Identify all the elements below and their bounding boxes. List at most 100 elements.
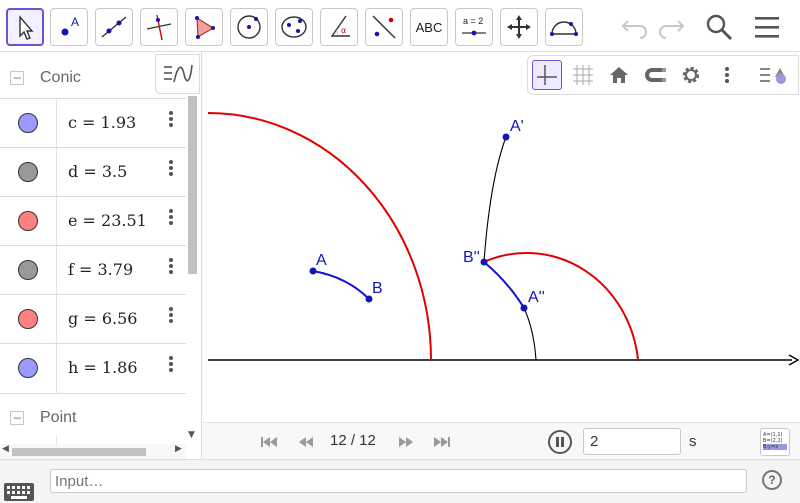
algebra-row-d[interactable]: d = 3.5 xyxy=(0,147,186,197)
scroll-down-arrow-icon[interactable]: ▼ xyxy=(188,430,195,440)
row-divider xyxy=(56,295,57,344)
move-tool-button[interactable] xyxy=(6,8,44,46)
arc-B2A2[interactable] xyxy=(483,261,525,309)
graphics-view[interactable]: A B A' B'' A'' xyxy=(203,52,800,422)
more-options-icon[interactable] xyxy=(165,305,177,329)
algebra-row-e[interactable]: e = 23.51 xyxy=(0,196,186,246)
collapse-minus-icon[interactable]: − xyxy=(10,410,24,425)
main-menu-button[interactable] xyxy=(750,10,784,44)
path-A2-axis[interactable] xyxy=(523,307,537,361)
algebra-row-h[interactable]: h = 1.86 xyxy=(0,343,186,393)
pause-button[interactable] xyxy=(548,430,572,454)
more-style-options-button[interactable] xyxy=(712,60,742,90)
algebra-expression: c = 1.93 xyxy=(68,113,137,132)
grid-icon xyxy=(573,65,593,85)
line-icon xyxy=(101,16,127,38)
fast-forward-icon xyxy=(399,437,413,447)
polygon-tool-button[interactable] xyxy=(185,8,223,46)
slider-icon: a = 2 xyxy=(462,16,486,36)
axes-icon xyxy=(537,65,557,85)
circle-tool-button[interactable] xyxy=(230,8,268,46)
algebra-style-bar-toggle[interactable] xyxy=(155,54,200,94)
algebra-row-c[interactable]: c = 1.93 xyxy=(0,98,186,148)
first-step-button[interactable] xyxy=(258,433,280,451)
algebra-expression: d = 3.5 xyxy=(68,162,128,181)
search-icon xyxy=(706,14,733,41)
settings-button[interactable] xyxy=(676,60,706,90)
algebra-row-g[interactable]: g = 6.56 xyxy=(0,294,186,344)
conic-arc-small[interactable] xyxy=(483,251,639,361)
undo-icon xyxy=(621,20,647,39)
point-B-double-prime[interactable] xyxy=(480,258,488,266)
path-A1-B2[interactable] xyxy=(483,136,507,263)
construction-protocol-button[interactable]: A=(1,1) B=(2,2) B:y=x xyxy=(760,428,790,456)
arc-AB[interactable] xyxy=(312,270,370,300)
show-axes-button[interactable] xyxy=(532,60,562,90)
keyboard-button[interactable] xyxy=(3,482,35,502)
algebra-expression: g = 6.56 xyxy=(68,309,138,328)
redo-button[interactable] xyxy=(654,10,688,44)
row-divider xyxy=(56,99,57,148)
skip-to-end-icon xyxy=(434,437,450,447)
text-tool-button[interactable]: ABC xyxy=(410,8,448,46)
function-graph-icon xyxy=(163,64,193,83)
step-counter: 12 / 12 xyxy=(330,432,376,449)
undo-button[interactable] xyxy=(618,10,652,44)
algebra-view: − Conic c = 1.93 d = 3.5 e = 23.51 f = 3… xyxy=(0,52,202,459)
visibility-toggle-dot[interactable] xyxy=(18,162,38,182)
angle-tool-button[interactable]: α xyxy=(320,8,358,46)
semicircle-tool-button[interactable] xyxy=(545,8,583,46)
point-A-double-prime[interactable] xyxy=(520,304,528,312)
show-grid-button[interactable] xyxy=(568,60,598,90)
group-header-point[interactable]: − Point xyxy=(0,393,186,441)
horizontal-scroll-thumb[interactable] xyxy=(12,448,146,456)
search-button[interactable] xyxy=(702,10,736,44)
redo-icon xyxy=(659,20,685,39)
last-step-button[interactable] xyxy=(431,433,453,451)
svg-text:a = 2: a = 2 xyxy=(463,16,483,26)
construction-playback-bar: 12 / 12 s A=(1,1) B=(2,2) B:y=x xyxy=(203,422,800,459)
perpendicular-tool-button[interactable] xyxy=(140,8,178,46)
conic-arc-large[interactable] xyxy=(207,112,432,361)
algebra-expression: f = 3.79 xyxy=(68,260,134,279)
style-bar-shapes-icon xyxy=(760,68,786,84)
algebra-expression: e = 23.51 xyxy=(68,211,147,230)
text-icon: ABC xyxy=(415,19,443,35)
visibility-toggle-dot[interactable] xyxy=(18,260,38,280)
graphics-style-toggle-button[interactable] xyxy=(758,60,788,90)
visibility-toggle-dot[interactable] xyxy=(18,309,38,329)
play-speed-input[interactable] xyxy=(583,428,681,455)
help-button[interactable]: ? xyxy=(762,470,782,490)
slider-tool-button[interactable]: a = 2 xyxy=(455,8,493,46)
line-tool-button[interactable] xyxy=(95,8,133,46)
label-B: B xyxy=(372,280,383,297)
label-A-double-prime: A'' xyxy=(528,289,545,306)
scroll-right-arrow-icon[interactable]: ▶ xyxy=(175,444,182,454)
point-capturing-button[interactable] xyxy=(640,60,670,90)
more-options-icon[interactable] xyxy=(165,256,177,280)
skip-to-start-icon xyxy=(261,437,277,447)
point-tool-button[interactable]: A xyxy=(50,8,88,46)
visibility-toggle-dot[interactable] xyxy=(18,211,38,231)
visibility-toggle-dot[interactable] xyxy=(18,113,38,133)
vertical-scroll-thumb[interactable] xyxy=(188,96,197,274)
move-graphics-tool-button[interactable] xyxy=(500,8,538,46)
standard-view-button[interactable] xyxy=(604,60,634,90)
algebra-input-field[interactable] xyxy=(50,469,747,493)
more-options-icon[interactable] xyxy=(165,158,177,182)
graphics-canvas[interactable]: A B A' B'' A'' xyxy=(203,52,800,422)
collapse-minus-icon[interactable]: − xyxy=(10,71,24,85)
algebra-row-f[interactable]: f = 3.79 xyxy=(0,245,186,295)
point-A-prime[interactable] xyxy=(502,133,510,141)
more-options-icon[interactable] xyxy=(165,207,177,231)
label-A: A xyxy=(316,252,327,269)
conic-tool-button[interactable] xyxy=(275,8,313,46)
scroll-left-arrow-icon[interactable]: ◀ xyxy=(2,444,9,454)
next-step-button[interactable] xyxy=(395,433,417,451)
more-options-icon[interactable] xyxy=(165,109,177,133)
point-icon: A xyxy=(61,15,79,36)
visibility-toggle-dot[interactable] xyxy=(18,358,38,378)
previous-step-button[interactable] xyxy=(295,433,317,451)
reflect-tool-button[interactable] xyxy=(365,8,403,46)
more-options-icon[interactable] xyxy=(165,354,177,378)
